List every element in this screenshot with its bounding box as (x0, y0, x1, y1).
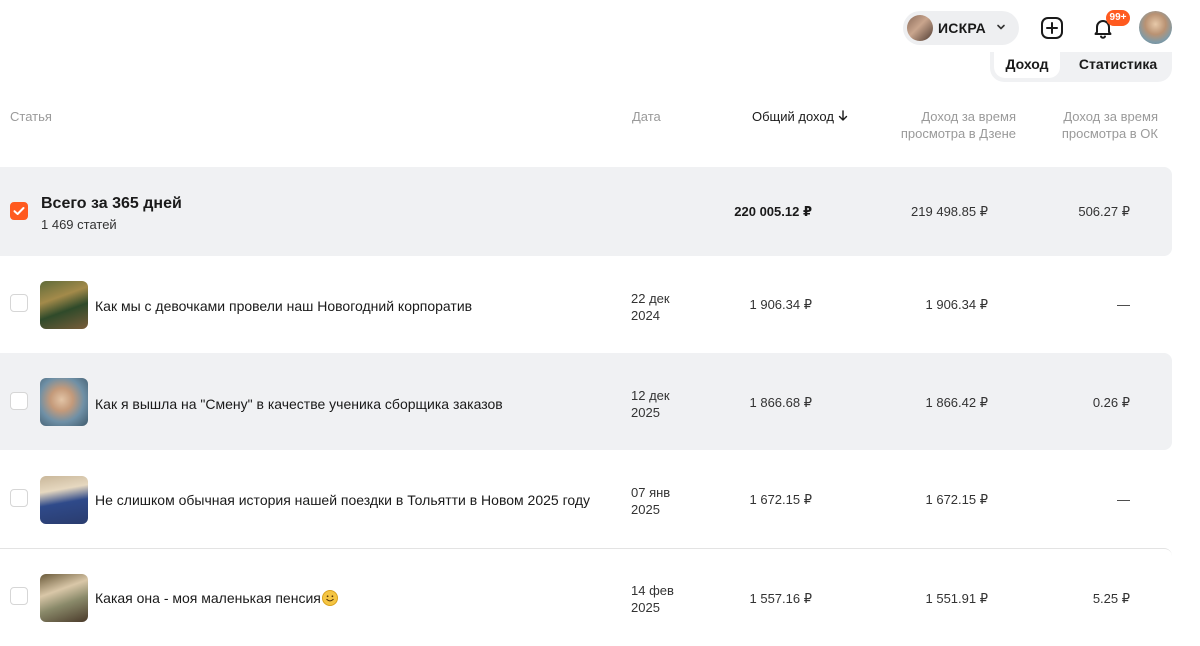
article-title[interactable]: Какая она - моя маленькая пенсия (95, 590, 338, 606)
article-thumbnail[interactable] (40, 378, 88, 426)
article-total-income: 1 557.16 ₽ (749, 591, 813, 606)
total-dzen-income-value: 219 498.85 ₽ (911, 204, 988, 219)
table-row[interactable]: Как мы с девочками провели наш Новогодни… (0, 256, 1172, 353)
article-date-year: 2025 (631, 600, 660, 615)
article-title-text: Какая она - моя маленькая пенсия (95, 590, 321, 606)
article-ok-income: 5.25 ₽ (1092, 591, 1130, 606)
tab-statistics[interactable]: Статистика (1070, 52, 1166, 78)
article-date-day: 14 фев (631, 583, 674, 598)
arrow-down-icon (838, 110, 847, 121)
article-date-year: 2024 (631, 308, 660, 323)
article-thumbnail[interactable] (40, 281, 88, 329)
total-row: Всего за 365 дней 1 469 статей 220 005.1… (0, 167, 1172, 256)
article-title[interactable]: Как я вышла на "Смену" в качестве ученик… (95, 396, 503, 412)
top-bar: ИСКРА 99+ (0, 0, 1200, 56)
column-header-dzen-line1: Доход за время (921, 109, 1016, 124)
column-header-ok-income[interactable]: Доход за время просмотра в ОК (1062, 108, 1158, 142)
table-row[interactable]: Не слишком обычная история нашей поездки… (0, 450, 1172, 548)
article-total-income: 1 866.68 ₽ (749, 395, 813, 410)
row-checkbox[interactable] (10, 489, 28, 507)
article-total-income: 1 672.15 ₽ (749, 492, 813, 507)
article-ok-income: — (1117, 297, 1130, 312)
article-total-income: 1 906.34 ₽ (749, 297, 813, 312)
column-header-article[interactable]: Статья (10, 108, 52, 125)
article-date-day: 07 янв (631, 485, 671, 500)
article-dzen-income: 1 866.42 ₽ (925, 395, 989, 410)
column-header-dzen-income[interactable]: Доход за время просмотра в Дзене (901, 108, 1016, 142)
column-header-date[interactable]: Дата (632, 108, 661, 125)
tab-income[interactable]: Доход (994, 52, 1060, 78)
create-button[interactable] (1036, 12, 1068, 44)
article-dzen-income: 1 906.34 ₽ (925, 297, 989, 312)
total-income-value: 220 005.12 ₽ (734, 204, 812, 219)
column-header-total-income-label: Общий доход (752, 109, 834, 124)
column-header-total-income[interactable]: Общий доход (752, 108, 848, 125)
total-title: Всего за 365 дней (41, 195, 182, 212)
user-avatar[interactable] (1139, 11, 1172, 44)
plus-square-icon (1041, 17, 1063, 39)
column-header-dzen-line2: просмотра в Дзене (900, 126, 1016, 141)
article-date: 14 фев 2025 (631, 582, 711, 616)
column-header-ok-line2: просмотра в ОК (1061, 126, 1158, 141)
channel-switcher[interactable]: ИСКРА (903, 11, 1019, 45)
article-date: 07 янв 2025 (631, 484, 711, 518)
article-dzen-income: 1 672.15 ₽ (925, 492, 989, 507)
article-title[interactable]: Не слишком обычная история нашей поездки… (95, 492, 590, 508)
channel-name: ИСКРА (938, 20, 986, 36)
article-title[interactable]: Как мы с девочками провели наш Новогодни… (95, 298, 472, 314)
table-row[interactable]: Как я вышла на "Смену" в качестве ученик… (0, 353, 1172, 450)
row-checkbox[interactable] (10, 587, 28, 605)
check-icon (13, 207, 25, 215)
article-date: 12 дек 2025 (631, 387, 711, 421)
article-date-day: 12 дек (631, 388, 670, 403)
row-checkbox[interactable] (10, 392, 28, 410)
notifications-badge: 99+ (1106, 10, 1130, 26)
article-ok-income: — (1117, 492, 1130, 507)
column-header-ok-line1: Доход за время (1063, 109, 1158, 124)
table-row[interactable]: Какая она - моя маленькая пенсия 14 фев … (0, 548, 1172, 646)
row-checkbox[interactable] (10, 294, 28, 312)
channel-avatar (907, 15, 933, 41)
total-articles-count: 1 469 статей (41, 217, 117, 232)
article-date-day: 22 дек (631, 291, 670, 306)
chevron-down-icon (997, 24, 1005, 30)
view-switch: Доход Статистика (990, 52, 1172, 82)
article-date-year: 2025 (631, 405, 660, 420)
article-thumbnail[interactable] (40, 476, 88, 524)
smiley-emoji-icon (321, 590, 338, 606)
total-ok-income-value: 506.27 ₽ (1078, 204, 1130, 219)
article-dzen-income: 1 551.91 ₽ (925, 591, 989, 606)
article-date-year: 2025 (631, 502, 660, 517)
select-all-checkbox[interactable] (10, 202, 28, 220)
article-ok-income: 0.26 ₽ (1092, 395, 1130, 410)
article-thumbnail[interactable] (40, 574, 88, 622)
article-date: 22 дек 2024 (631, 290, 711, 324)
